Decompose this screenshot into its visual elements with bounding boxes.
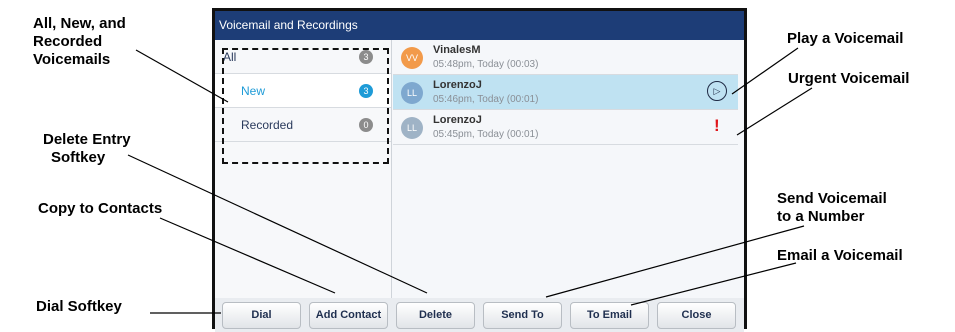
close-button[interactable]: Close xyxy=(657,302,736,329)
callout-send-voicemail: Send Voicemail to a Number xyxy=(777,190,887,226)
add-contact-button[interactable]: Add Contact xyxy=(309,302,388,329)
send-to-button[interactable]: Send To xyxy=(483,302,562,329)
filter-all-count: 3 xyxy=(359,50,373,64)
voicemail-caller: LorenzoJ xyxy=(433,114,482,126)
phone-screen: Voicemail and Recordings All 3 New 3 Rec… xyxy=(212,8,747,332)
voicemail-caller: VinalesM xyxy=(433,44,481,56)
callout-send-voicemail-line1: Send Voicemail xyxy=(777,190,887,207)
voicemail-caller: LorenzoJ xyxy=(433,79,482,91)
delete-button[interactable]: Delete xyxy=(396,302,475,329)
filter-recorded-count: 0 xyxy=(359,118,373,132)
callout-play-voicemail: Play a Voicemail xyxy=(787,30,904,47)
screen-title: Voicemail and Recordings xyxy=(215,11,744,40)
softkey-bar: Dial Add Contact Delete Send To To Email… xyxy=(215,298,744,332)
avatar: LL xyxy=(401,117,423,139)
callout-all-new-recorded-line1: All, New, and xyxy=(33,15,126,32)
filter-panel: All 3 New 3 Recorded 0 xyxy=(215,40,392,298)
avatar: LL xyxy=(401,82,423,104)
filter-all[interactable]: All 3 xyxy=(215,40,391,74)
callout-copy-to-contacts: Copy to Contacts xyxy=(38,200,163,217)
callout-delete-entry-line2: Softkey xyxy=(51,149,106,166)
filter-new[interactable]: New 3 xyxy=(215,74,391,108)
filter-new-count: 3 xyxy=(359,84,373,98)
filter-all-label: All xyxy=(223,50,237,64)
callout-all-new-recorded: All, New, and Recorded Voicemails xyxy=(33,15,126,69)
callout-urgent-voicemail: Urgent Voicemail xyxy=(788,70,910,87)
voicemail-row[interactable]: LL LorenzoJ 05:45pm, Today (00:01) ! xyxy=(393,110,738,145)
callout-send-voicemail-line2: to a Number xyxy=(777,208,865,225)
callout-all-new-recorded-line3: Voicemails xyxy=(33,51,111,68)
dial-button[interactable]: Dial xyxy=(222,302,301,329)
callout-dial-softkey: Dial Softkey xyxy=(36,298,122,315)
voicemail-row[interactable]: VV VinalesM 05:48pm, Today (00:03) xyxy=(393,40,738,75)
voicemail-row[interactable]: LL LorenzoJ 05:46pm, Today (00:01) ▷ xyxy=(393,75,738,110)
play-icon[interactable]: ▷ xyxy=(707,81,727,101)
filter-new-label: New xyxy=(241,84,266,98)
callout-all-new-recorded-line2: Recorded xyxy=(33,33,103,50)
callout-email-voicemail: Email a Voicemail xyxy=(777,247,903,264)
urgent-icon: ! xyxy=(714,116,720,135)
voicemail-time: 05:48pm, Today (00:03) xyxy=(433,59,539,70)
to-email-button[interactable]: To Email xyxy=(570,302,649,329)
avatar: VV xyxy=(401,47,423,69)
voicemail-time: 05:45pm, Today (00:01) xyxy=(433,129,539,140)
voicemail-list: VV VinalesM 05:48pm, Today (00:03) LL Lo… xyxy=(393,40,744,298)
voicemail-time: 05:46pm, Today (00:01) xyxy=(433,94,539,105)
callout-delete-entry-line1: Delete Entry xyxy=(43,131,131,148)
filter-recorded-label: Recorded xyxy=(241,118,294,132)
filter-recorded[interactable]: Recorded 0 xyxy=(215,108,391,142)
callout-delete-entry: Delete Entry Softkey xyxy=(43,131,131,167)
leader-line-urgent xyxy=(736,87,813,136)
